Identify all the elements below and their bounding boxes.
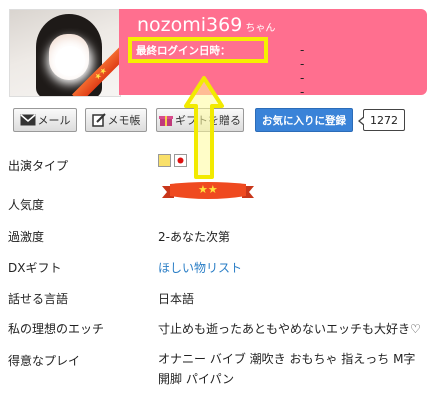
memo-icon xyxy=(91,113,106,127)
label-type: 出演タイプ xyxy=(8,159,69,173)
label-popularity: 人気度 xyxy=(8,198,45,212)
profile-name-text: nozomi369 xyxy=(137,14,243,36)
last-login-label: 最終ログイン日時： xyxy=(136,45,231,57)
mail-button[interactable]: メール xyxy=(13,108,77,132)
label-intensity: 過激度 xyxy=(8,230,45,244)
profile-photo[interactable]: ★★ xyxy=(9,9,121,97)
label-plays: 得意なプレイ xyxy=(8,354,81,368)
popularity-stars: ★★ xyxy=(198,183,218,196)
profile-name: nozomi369 ちゃん xyxy=(137,14,275,36)
profile-honorific: ちゃん xyxy=(245,23,276,34)
arrow-up-annotation xyxy=(184,76,224,179)
type-icons xyxy=(158,154,187,167)
flag-icon xyxy=(174,154,187,167)
value-ideal: 寸止めも逝ったあともやめないエッチも大好き♡ xyxy=(158,322,421,336)
photo-blur xyxy=(55,46,85,76)
value-languages: 日本語 xyxy=(158,292,195,306)
type-badge-icon xyxy=(158,154,171,167)
mail-icon xyxy=(20,114,35,126)
wishlist-link[interactable]: ほしい物リスト xyxy=(158,259,242,276)
value-plays: オナニー バイブ 潮吹き おもちゃ 指えっち M字開脚 パイパン xyxy=(158,352,416,386)
favorite-label: お気に入りに登録 xyxy=(262,114,346,127)
favorite-button[interactable]: お気に入りに登録 xyxy=(255,108,353,132)
label-dx-gift: DXギフト xyxy=(8,261,62,275)
value-intensity: 2-あなた次第 xyxy=(158,230,230,244)
last-login-value: ---- xyxy=(300,43,305,99)
last-login: 最終ログイン日時： ---- xyxy=(136,43,304,99)
mail-label: メール xyxy=(37,114,71,127)
label-ideal: 私の理想のエッチ xyxy=(8,322,105,336)
label-languages: 話せる言語 xyxy=(8,292,69,306)
favorite-count: 1272 xyxy=(358,109,405,131)
gift-icon xyxy=(159,116,173,126)
memo-label: メモ帳 xyxy=(107,114,141,127)
memo-button[interactable]: メモ帳 xyxy=(85,108,147,132)
